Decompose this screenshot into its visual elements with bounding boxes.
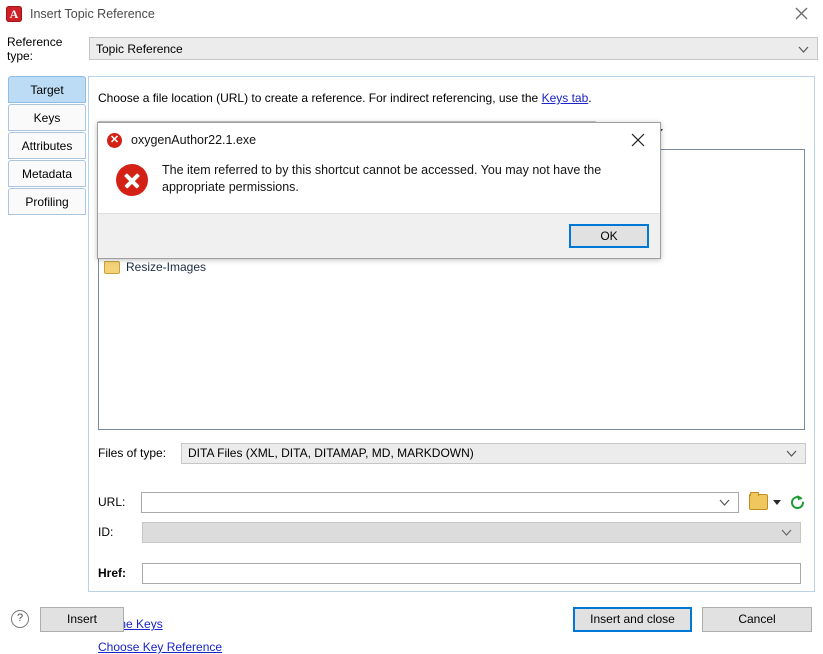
error-dialog-close-button[interactable] [616, 123, 660, 157]
insert-button[interactable]: Insert [40, 606, 124, 632]
refresh-icon [791, 494, 805, 509]
error-icon [116, 164, 148, 196]
instruction-suffix: . [588, 91, 592, 105]
error-dialog-footer: OK [98, 213, 660, 258]
href-input[interactable] [142, 562, 801, 584]
error-dialog-title: oxygenAuthor22.1.exe [131, 133, 257, 147]
chevron-down-icon [786, 446, 797, 460]
url-row: URL: [98, 491, 806, 513]
chevron-down-icon [798, 42, 809, 56]
app-logo-icon: A [6, 5, 22, 22]
href-label: Href: [98, 566, 127, 580]
tab-label: Keys [33, 110, 61, 125]
url-input[interactable] [141, 491, 740, 513]
files-of-type-label: Files of type: [98, 446, 167, 460]
tab-label: Attributes [21, 138, 73, 153]
browse-folder-button[interactable] [749, 492, 768, 510]
files-of-type-select[interactable]: DITA Files (XML, DITA, DITAMAP, MD, MARK… [181, 442, 806, 464]
tab-label: Metadata [21, 166, 73, 181]
tab-label: Profiling [25, 194, 69, 209]
instruction-text: Choose a file location (URL) to create a… [98, 91, 592, 105]
caret-down-icon[interactable] [773, 499, 781, 505]
error-icon: ✕ [107, 132, 122, 148]
page-title: Insert Topic Reference [30, 6, 155, 21]
error-dialog: ✕ oxygenAuthor22.1.exe The item referred… [97, 122, 661, 259]
choose-key-reference-link[interactable]: Choose Key Reference [98, 640, 222, 654]
tab-keys[interactable]: Keys [8, 104, 86, 131]
footer-right-buttons: Insert and close Cancel [573, 606, 812, 632]
tab-strip: Target Keys Attributes Metadata Profilin… [8, 76, 86, 216]
instruction-prefix: Choose a file location (URL) to create a… [98, 91, 542, 105]
window-title-bar: A Insert Topic Reference [0, 0, 823, 27]
reference-type-value: Topic Reference [96, 41, 183, 56]
keys-tab-link[interactable]: Keys tab [542, 91, 589, 105]
chevron-down-icon [781, 525, 792, 539]
cancel-button[interactable]: Cancel [702, 606, 812, 632]
reference-type-select[interactable]: Topic Reference [89, 37, 818, 60]
close-icon [795, 7, 807, 20]
tab-label: Target [30, 82, 64, 97]
insert-and-close-button[interactable]: Insert and close [573, 606, 692, 632]
tab-metadata[interactable]: Metadata [8, 160, 86, 187]
tab-profiling[interactable]: Profiling [8, 188, 86, 215]
error-dialog-body: The item referred to by this shortcut ca… [98, 157, 660, 196]
tab-attributes[interactable]: Attributes [8, 132, 86, 159]
error-dialog-title-bar: ✕ oxygenAuthor22.1.exe [98, 123, 660, 157]
list-item[interactable]: Resize-Images [99, 258, 804, 276]
files-of-type-row: Files of type: DITA Files (XML, DITA, DI… [98, 442, 806, 464]
id-select[interactable] [142, 521, 801, 543]
reference-type-row: Reference type: Topic Reference [0, 35, 823, 63]
folder-icon [104, 260, 120, 274]
tab-target[interactable]: Target [8, 76, 86, 103]
url-label: URL: [98, 495, 126, 509]
window-close-button[interactable] [779, 0, 823, 27]
help-icon[interactable]: ? [11, 610, 29, 628]
list-item-label: Resize-Images [126, 260, 207, 274]
error-dialog-message: The item referred to by this shortcut ca… [162, 163, 602, 194]
id-label: ID: [98, 525, 114, 539]
dialog-footer: ? Insert Insert and close Cancel [0, 600, 823, 638]
chevron-down-icon [719, 495, 730, 509]
href-row: Href: [98, 562, 806, 584]
close-icon [631, 133, 645, 147]
files-of-type-value: DITA Files (XML, DITA, DITAMAP, MD, MARK… [188, 446, 474, 460]
id-row: ID: [98, 521, 806, 543]
refresh-button[interactable] [789, 494, 806, 511]
ok-button[interactable]: OK [569, 224, 649, 248]
reference-type-label: Reference type: [7, 34, 63, 63]
